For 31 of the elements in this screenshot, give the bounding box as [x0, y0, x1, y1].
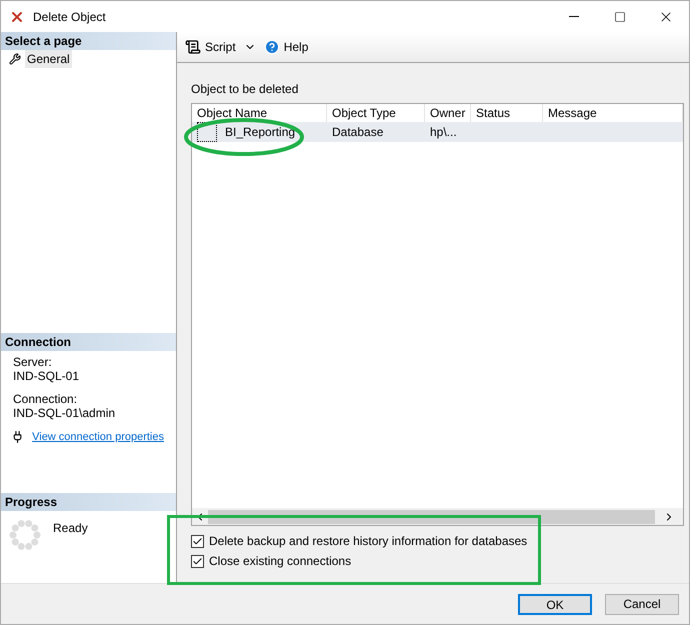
connection-value: IND-SQL-01\admin: [13, 406, 116, 420]
connection-label: Connection:: [13, 392, 78, 406]
table-cell: Database: [332, 125, 384, 139]
scroll-icon: [185, 39, 201, 55]
section-header: Progress: [1, 493, 176, 511]
maximize-icon: [614, 10, 626, 22]
window-title: Delete Object: [33, 8, 106, 26]
check-icon: [192, 556, 203, 566]
server-value: IND-SQL-01: [13, 368, 80, 382]
dialog-button[interactable]: Cancel: [605, 594, 679, 614]
group-label: Object to be deleted: [191, 81, 300, 98]
table-cell-text: BI_Reporting: [225, 124, 296, 141]
minimize-icon: [569, 16, 579, 17]
progress-status: Ready: [53, 520, 88, 537]
option-checkbox[interactable]: Delete backup and restore history information for databases: [191, 534, 684, 548]
help-icon: [264, 39, 280, 55]
connection-properties-link[interactable]: View connection properties: [32, 428, 164, 445]
row-marker: [197, 122, 217, 142]
table-cell: hp\...: [430, 125, 457, 139]
sidebar-item[interactable]: General: [1, 50, 176, 67]
plug-icon: [11, 430, 24, 444]
option-checkbox[interactable]: Close existing connections: [191, 554, 684, 568]
spinner-icon: [9, 519, 41, 551]
section-header: Connection: [1, 332, 176, 350]
script-button[interactable]: Script: [185, 38, 256, 56]
help-button[interactable]: Help: [264, 38, 308, 56]
dialog-button[interactable]: OK: [518, 594, 592, 614]
wrench-icon: [9, 52, 21, 64]
section-header: Select a page: [1, 32, 176, 50]
server-label: Server:: [13, 356, 53, 368]
check-icon: [192, 536, 203, 546]
